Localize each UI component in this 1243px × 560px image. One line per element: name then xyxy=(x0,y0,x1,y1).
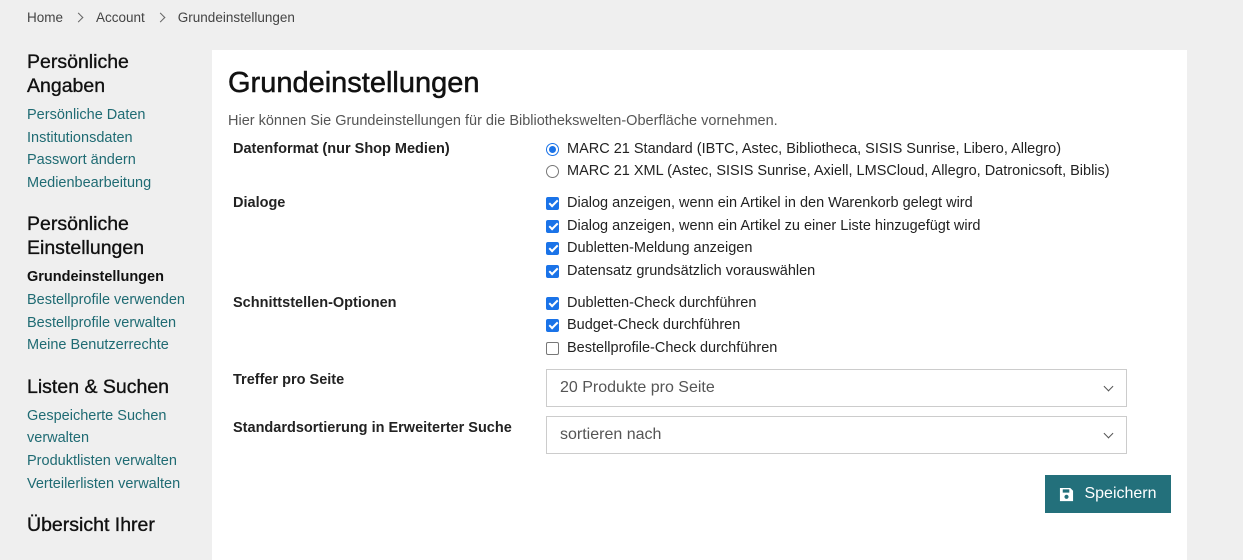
sidebar-item-institutionsdaten[interactable]: Institutionsdaten xyxy=(27,127,207,150)
checkbox-checked[interactable] xyxy=(546,264,559,278)
breadcrumb-home[interactable]: Home xyxy=(27,10,63,25)
floppy-disk-icon xyxy=(1060,487,1074,501)
sidebar-item-persoenliche-daten[interactable]: Persönliche Daten xyxy=(27,104,207,127)
breadcrumb-current: Grundeinstellungen xyxy=(177,10,295,25)
checkbox-checked[interactable] xyxy=(546,318,559,332)
sidebar-list: Persönliche Daten Institutionsdaten Pass… xyxy=(27,104,207,194)
checkbox-datensatz-vorauswaehlen[interactable]: Datensatz grundsätzlich vorauswählen xyxy=(546,261,815,281)
checkbox-label: Budget-Check durchführen xyxy=(567,317,741,333)
sortierung-select-value: sortieren nach xyxy=(560,426,662,443)
checkbox-dubletten-meldung[interactable]: Dubletten-Meldung anzeigen xyxy=(546,238,752,258)
sortierung-select[interactable]: sortieren nach xyxy=(546,416,1127,454)
chevron-right-icon xyxy=(73,12,84,23)
sidebar-heading-lists: Listen & Suchen xyxy=(27,375,170,398)
chevron-down-icon xyxy=(1103,428,1114,439)
save-button[interactable]: Speichern xyxy=(1045,475,1171,513)
radio-label: MARC 21 Standard (IBTC, Astec, Bibliothe… xyxy=(567,141,1062,157)
sidebar-heading-personal-settings: Persönliche Einstellungen xyxy=(27,213,145,260)
sidebar-item-bestellprofile-verwalten[interactable]: Bestellprofile verwalten xyxy=(27,312,207,335)
save-button-label: Speichern xyxy=(1084,485,1157,502)
checkbox-label: Dialog anzeigen, wenn ein Artikel in den… xyxy=(567,195,973,211)
chevron-right-icon xyxy=(155,12,166,23)
checkbox-dialog-warenkorb[interactable]: Dialog anzeigen, wenn ein Artikel in den… xyxy=(546,193,973,213)
checkbox-checked[interactable] xyxy=(546,196,559,210)
radio-marc21-xml[interactable]: MARC 21 XML (Astec, SISIS Sunrise, Axiel… xyxy=(546,161,1110,181)
sidebar-item-gespeicherte-suchen-cont[interactable]: verwalten xyxy=(27,427,207,450)
settings-panel: Grundeinstellungen Hier können Sie Grund… xyxy=(212,50,1187,560)
checkbox-label: Dubletten-Meldung anzeigen xyxy=(567,240,753,256)
sidebar-item-benutzerrechte[interactable]: Meine Benutzerrechte xyxy=(27,334,207,357)
checkbox-label: Bestellprofile-Check durchführen xyxy=(567,340,778,356)
sidebar-item-passwort[interactable]: Passwort ändern xyxy=(27,149,207,172)
sidebar-heading-overview: Übersicht Ihrer xyxy=(27,514,155,537)
checkbox-dubletten-check[interactable]: Dubletten-Check durchführen xyxy=(546,293,756,313)
sidebar-item-gespeicherte-suchen[interactable]: Gespeicherte Suchen xyxy=(27,405,207,428)
sidebar-item-bestellprofile-verwenden[interactable]: Bestellprofile verwenden xyxy=(27,289,207,312)
sidebar-list: Grundeinstellungen Bestellprofile verwen… xyxy=(27,266,207,356)
radio-button[interactable] xyxy=(546,164,559,178)
sidebar: Persönliche Angaben Persönliche Daten In… xyxy=(27,50,207,543)
dialoge-label: Dialoge xyxy=(233,195,286,211)
treffer-select[interactable]: 20 Produkte pro Seite xyxy=(546,369,1127,407)
checkbox-budget-check[interactable]: Budget-Check durchführen xyxy=(546,315,740,335)
sidebar-list: Gespeicherte Suchen verwalten Produktlis… xyxy=(27,405,207,495)
page-title: Grundeinstellungen xyxy=(228,67,480,100)
treffer-select-value: 20 Produkte pro Seite xyxy=(560,379,715,396)
checkbox-checked[interactable] xyxy=(546,241,559,255)
radio-button-checked[interactable] xyxy=(546,142,559,156)
checkbox-label: Dialog anzeigen, wenn ein Artikel zu ein… xyxy=(567,218,981,234)
breadcrumb-account[interactable]: Account xyxy=(96,10,145,25)
sidebar-item-grundeinstellungen[interactable]: Grundeinstellungen xyxy=(27,266,207,289)
radio-label: MARC 21 XML (Astec, SISIS Sunrise, Axiel… xyxy=(567,163,1110,179)
sidebar-heading-personal-data: Persönliche Angaben xyxy=(27,51,129,97)
treffer-label: Treffer pro Seite xyxy=(233,372,345,388)
breadcrumb: Home Account Grundeinstellungen xyxy=(27,10,295,25)
datenformat-label: Datenformat (nur Shop Medien) xyxy=(233,141,450,157)
page-subtitle: Hier können Sie Grundeinstellungen für d… xyxy=(228,113,778,129)
checkbox-unchecked[interactable] xyxy=(546,341,559,355)
checkbox-checked[interactable] xyxy=(546,219,559,233)
sidebar-item-medienbearbeitung[interactable]: Medienbearbeitung xyxy=(27,172,207,195)
chevron-down-icon xyxy=(1103,381,1114,392)
checkbox-label: Datensatz grundsätzlich vorauswählen xyxy=(567,263,816,279)
checkbox-checked[interactable] xyxy=(546,296,559,310)
schnittstellen-label: Schnittstellen-Optionen xyxy=(233,295,397,311)
sidebar-item-produktlisten[interactable]: Produktlisten verwalten xyxy=(27,450,207,473)
radio-marc21-standard[interactable]: MARC 21 Standard (IBTC, Astec, Bibliothe… xyxy=(546,139,1061,159)
checkbox-dialog-liste[interactable]: Dialog anzeigen, wenn ein Artikel zu ein… xyxy=(546,216,981,236)
sortierung-label: Standardsortierung in Erweiterter Suche xyxy=(233,420,512,436)
sidebar-item-verteilerlisten[interactable]: Verteilerlisten verwalten xyxy=(27,473,207,496)
checkbox-label: Dubletten-Check durchführen xyxy=(567,295,757,311)
checkbox-bestellprofile-check[interactable]: Bestellprofile-Check durchführen xyxy=(546,338,777,358)
